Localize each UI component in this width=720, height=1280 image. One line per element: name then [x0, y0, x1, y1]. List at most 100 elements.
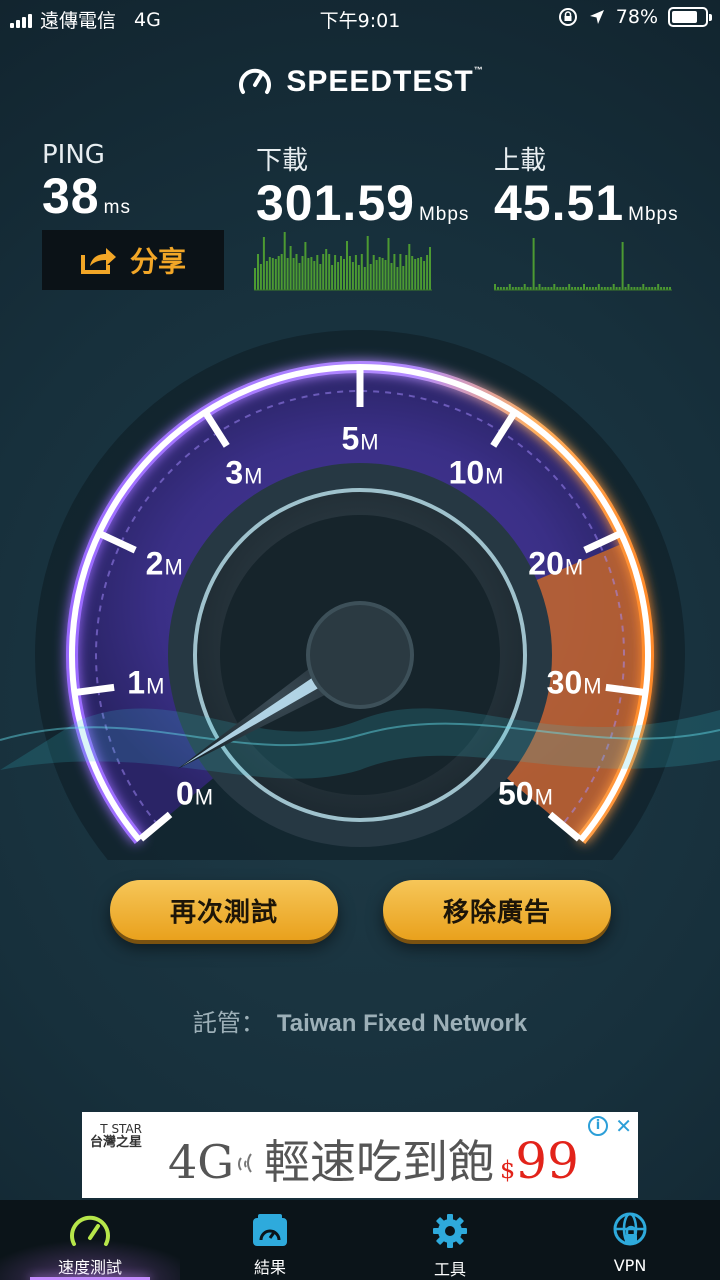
sparkline-bar: [298, 263, 301, 290]
download-value: 301.59: [256, 175, 415, 231]
sparkline-bar: [363, 267, 366, 290]
upload-label: 上載: [494, 146, 547, 176]
download-sparkline-bars: [254, 232, 431, 290]
gauge-tick: [75, 683, 115, 696]
sparkline-bar: [351, 262, 354, 290]
sparkline-bar: [583, 284, 585, 290]
ad-network: 4G: [168, 1135, 235, 1189]
speedometer-icon: [239, 68, 272, 94]
ad-info-icon[interactable]: i: [588, 1116, 608, 1136]
location-icon: [589, 10, 604, 24]
sparkline-bar: [277, 256, 280, 290]
app-header: SPEEDTEST™: [0, 60, 720, 104]
share-label: 分享: [129, 245, 186, 278]
tab-results[interactable]: 結果: [180, 1200, 360, 1280]
status-bar: 遠傳電信 4G 下午9:01 78%: [0, 0, 720, 36]
ad-brand: T STAR 台灣之星: [90, 1122, 142, 1150]
gauge-label-unit: M: [146, 673, 165, 699]
upload-unit: Mbps: [628, 204, 679, 225]
ping-unit: ms: [103, 197, 131, 218]
upload-metric: 上載 45.51 Mbps: [494, 140, 679, 241]
sparkline-bar: [417, 258, 420, 290]
tab-speedtest-label: 速度測試: [57, 1258, 122, 1277]
sparkline-bar: [343, 259, 345, 290]
gauge-label-number: 0: [175, 775, 194, 812]
sparkline-bar: [325, 249, 328, 290]
sparkline-bar: [423, 261, 426, 290]
ping-value: 38: [42, 168, 100, 224]
gauge-label-unit: M: [534, 784, 553, 810]
host-info: 託管： Taiwan Fixed Network: [0, 1003, 720, 1038]
gauge-label-unit: M: [194, 784, 214, 810]
share-icon: [80, 248, 116, 274]
retest-button[interactable]: 再次測試: [110, 880, 338, 940]
sparkline-bar: [568, 284, 571, 290]
sparkline-bar: [334, 255, 337, 290]
sparkline-bar: [328, 254, 331, 290]
sparkline-bar: [612, 284, 615, 290]
sparkline-bar: [286, 258, 289, 290]
sparkline-bar: [348, 256, 351, 290]
sparkline-bar: [271, 258, 274, 290]
gauge-label-2: 2M: [146, 545, 183, 582]
download-sparkline: [254, 232, 432, 291]
sparkline-bar: [411, 256, 414, 290]
sparkline-bar: [331, 265, 334, 290]
sparkline-bar: [402, 266, 405, 290]
sparkline-bar: [532, 238, 535, 290]
tab-speedtest[interactable]: 速度測試: [0, 1200, 180, 1280]
gauge-tick: [605, 683, 645, 696]
gauge-label-unit: M: [164, 554, 183, 580]
download-label: 下載: [256, 146, 309, 176]
sparkline-bar: [274, 259, 277, 290]
sparkline-bar: [393, 254, 396, 290]
gauge-graphic: [0, 330, 720, 980]
battery-icon: [668, 7, 712, 27]
gauge-label-unit: M: [485, 463, 504, 489]
share-button[interactable]: 分享: [42, 230, 224, 290]
sparkline-bar: [354, 255, 357, 290]
sparkline-bar: [340, 256, 342, 290]
gauge-label-0: 0M: [176, 775, 213, 812]
gauge-label-unit: M: [583, 673, 602, 699]
ad-close-icon[interactable]: ✕: [615, 1114, 632, 1138]
sparkline-bar: [429, 247, 431, 290]
gauge-label-50: 50M: [498, 775, 553, 812]
sparkline-bar: [621, 242, 624, 290]
sparkline-bar: [254, 268, 256, 290]
speedometer-icon: [70, 1215, 110, 1246]
app-title: SPEEDTEST™: [286, 65, 483, 99]
trademark: ™: [473, 65, 484, 75]
gauge-label-number: 20: [528, 545, 564, 582]
tab-tools[interactable]: 工具: [360, 1200, 540, 1280]
sparkline-bar: [508, 284, 511, 290]
sparkline-bar: [322, 254, 325, 290]
sparkline-bar: [378, 257, 381, 290]
gauge-label-number: 1: [127, 664, 146, 701]
sparkline-bar: [280, 254, 283, 290]
upload-value: 45.51: [494, 175, 625, 231]
sparkline-bar: [366, 236, 369, 290]
gauge-label-unit: M: [564, 554, 584, 580]
app-title-text: SPEEDTEST: [286, 65, 474, 98]
ad-price-group: $99: [500, 1132, 579, 1190]
sparkline-bar: [399, 254, 402, 290]
sparkline-bar: [627, 284, 630, 290]
sparkline-bar: [384, 260, 387, 290]
sparkline-bar: [494, 284, 496, 290]
tab-vpn[interactable]: VPN: [540, 1200, 720, 1280]
sparkline-bar: [372, 255, 375, 290]
gauge-label-number: 2: [145, 545, 164, 582]
ad-banner[interactable]: T STAR 台灣之星 4G 輕速吃到飽 $99 i ✕: [82, 1112, 638, 1198]
sparkline-bar: [259, 264, 262, 290]
sparkline-bar: [420, 257, 423, 290]
tab-results-label: 結果: [253, 1258, 286, 1277]
remove-ads-button[interactable]: 移除廣告: [383, 880, 611, 940]
upload-sparkline: [494, 238, 672, 291]
gauge-label-unit: M: [244, 463, 263, 489]
download-metric: 下載 301.59 Mbps: [256, 140, 469, 241]
gauge-label-3: 3M: [225, 454, 262, 491]
sparkline-bar: [295, 254, 298, 290]
sparkline-bar: [262, 237, 265, 290]
battery-percent: 78%: [615, 6, 658, 28]
